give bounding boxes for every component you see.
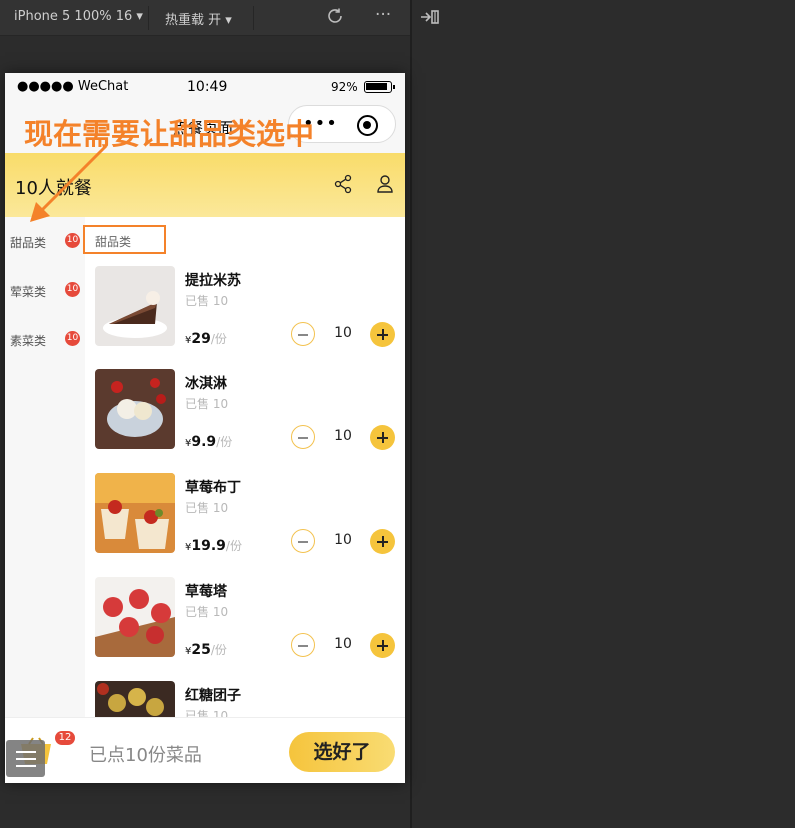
category-label: 甜品类 [10, 236, 47, 250]
carrier-label: ●●●●● WeChat [17, 79, 129, 94]
list-item: 草莓布丁 已售 10 ¥19.9/份 10 [85, 473, 405, 577]
dish-sold-count: 已售 10 [185, 294, 229, 308]
category-label: 素菜类 [10, 334, 47, 348]
category-badge: 10 [65, 331, 80, 346]
dish-price: ¥25/份 [185, 642, 227, 658]
dish-sold-count: 已售 10 [185, 605, 229, 619]
decrease-button[interactable] [291, 425, 315, 449]
dish-price: ¥29/份 [185, 331, 227, 347]
dish-name: 冰淇淋 [185, 376, 227, 392]
dish-name: 草莓塔 [185, 584, 227, 600]
dish-image [95, 681, 175, 717]
toolbar-divider [148, 6, 149, 30]
category-item-meat[interactable]: 荤菜类 10 [5, 271, 85, 311]
dish-quantity: 10 [334, 636, 352, 652]
menu-icon[interactable] [6, 740, 45, 777]
user-icon[interactable] [376, 174, 394, 198]
dish-quantity: 10 [334, 532, 352, 548]
dish-list[interactable]: 甜品类 提拉米苏 已售 10 ¥29/份 10 冰淇淋 已售 10 ¥9.9/份 [85, 217, 405, 717]
dish-sold-count: 已售 10 [185, 397, 229, 411]
dish-price: ¥9.9/份 [185, 434, 233, 450]
dish-image [95, 473, 175, 553]
decrease-button[interactable] [291, 322, 315, 346]
phone-screen: ●●●●● WeChat 10:49 92% 点餐页面 ••• 10人就餐 甜品… [5, 73, 405, 783]
decrease-button[interactable] [291, 529, 315, 553]
category-badge: 10 [65, 282, 80, 297]
order-header: 10人就餐 [5, 153, 405, 217]
dish-quantity: 10 [334, 325, 352, 341]
increase-button[interactable] [370, 322, 395, 347]
decrease-button[interactable] [291, 633, 315, 657]
share-icon[interactable] [334, 174, 352, 198]
dish-image [95, 266, 175, 346]
category-badge: 10 [65, 233, 80, 248]
dish-image [95, 369, 175, 449]
refresh-icon[interactable] [326, 7, 344, 30]
simulator-toolbar: iPhone 5 100% 16 ▾ 热重载 开 ▾ ··· [0, 0, 410, 36]
more-icon[interactable]: ··· [375, 5, 391, 25]
battery-icon [364, 81, 395, 93]
increase-button[interactable] [370, 425, 395, 450]
dish-sold-count: 已售 10 [185, 501, 229, 515]
category-item-dessert[interactable]: 甜品类 10 [5, 222, 85, 262]
hot-reload-toggle[interactable]: 热重载 开 ▾ [165, 9, 232, 28]
dock-toggle-icon[interactable] [420, 9, 440, 29]
cart-bar: 12 已点10份菜品 选好了 [5, 717, 405, 783]
increase-button[interactable] [370, 633, 395, 658]
checkout-button[interactable]: 选好了 [289, 732, 395, 772]
device-selector[interactable]: iPhone 5 100% 16 ▾ [14, 9, 143, 24]
annotation-callout: 现在需要让甜品类选中 [24, 117, 315, 151]
order-summary: 已点10份菜品 [89, 745, 202, 766]
dish-name: 草莓布丁 [185, 480, 241, 496]
dish-quantity: 10 [334, 428, 352, 444]
clock: 10:49 [187, 79, 228, 95]
list-item: 草莓塔 已售 10 ¥25/份 10 [85, 577, 405, 681]
ios-status-bar: ●●●●● WeChat 10:49 92% [5, 73, 405, 101]
increase-button[interactable] [370, 529, 395, 554]
dish-sold-count: 已售 10 [185, 709, 229, 717]
capsule-close-icon[interactable] [357, 115, 378, 136]
annotation-highlight-box [83, 225, 166, 254]
cart-badge: 12 [55, 731, 75, 745]
category-item-vegetable[interactable]: 素菜类 10 [5, 320, 85, 360]
dish-price: ¥19.9/份 [185, 538, 242, 554]
list-item: 红糖团子 已售 10 [85, 681, 405, 717]
category-label: 荤菜类 [10, 285, 47, 299]
category-sidebar: 甜品类 10 荤菜类 10 素菜类 10 [5, 217, 85, 717]
diners-count-title: 10人就餐 [15, 178, 92, 199]
ide-window: iPhone 5 100% 16 ▾ 热重载 开 ▾ ··· ●●●●● WeC… [0, 0, 795, 828]
dish-image [95, 577, 175, 657]
battery-percent: 92% [331, 80, 358, 94]
toolbar-divider [253, 6, 254, 30]
devtools-panel [412, 0, 795, 828]
list-item: 冰淇淋 已售 10 ¥9.9/份 10 [85, 369, 405, 473]
list-item: 提拉米苏 已售 10 ¥29/份 10 [85, 266, 405, 370]
dish-name: 红糖团子 [185, 688, 241, 704]
dish-name: 提拉米苏 [185, 273, 241, 289]
